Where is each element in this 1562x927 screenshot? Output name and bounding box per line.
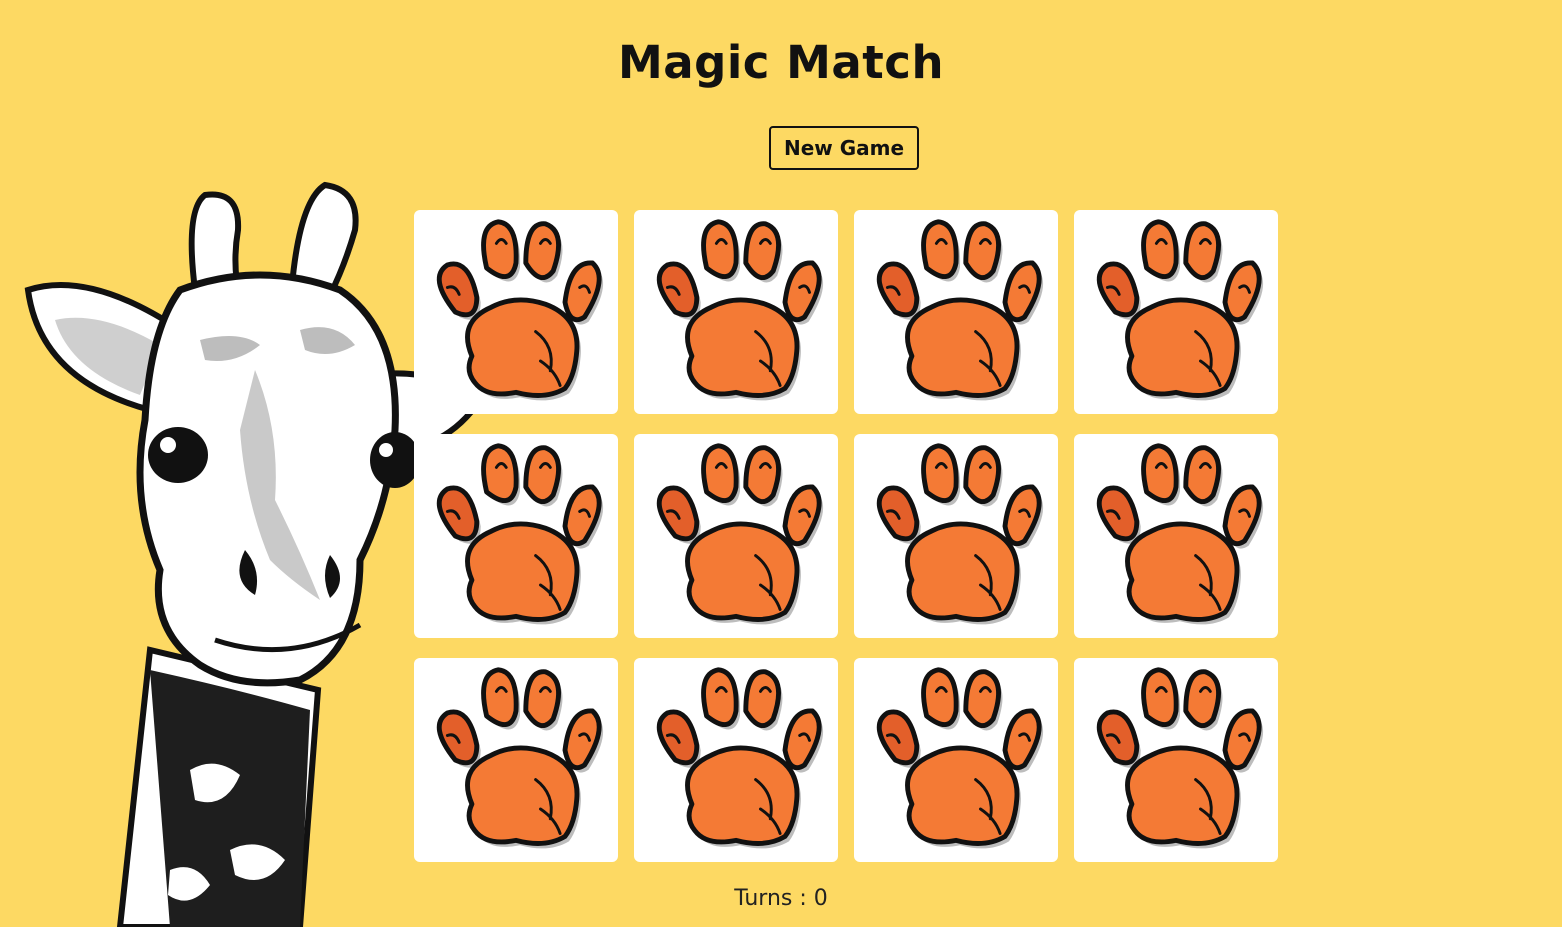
paw-print-icon	[1096, 443, 1264, 625]
card[interactable]	[854, 210, 1058, 414]
card[interactable]	[634, 210, 838, 414]
card[interactable]	[634, 658, 838, 862]
paw-print-icon	[436, 219, 604, 401]
paw-print-icon	[876, 219, 1044, 401]
paw-print-icon	[656, 667, 824, 849]
new-game-button[interactable]: New Game	[769, 126, 919, 170]
card[interactable]	[414, 434, 618, 638]
paw-print-icon	[876, 667, 1044, 849]
card[interactable]	[1074, 210, 1278, 414]
card[interactable]	[854, 658, 1058, 862]
card[interactable]	[1074, 434, 1278, 638]
card[interactable]	[1074, 658, 1278, 862]
page-title: Magic Match	[618, 36, 944, 89]
paw-print-icon	[1096, 667, 1264, 849]
paw-print-icon	[436, 443, 604, 625]
card-grid	[414, 210, 1278, 862]
paw-print-icon	[436, 667, 604, 849]
turns-counter: Turns : 0	[734, 886, 828, 911]
card[interactable]	[634, 434, 838, 638]
card[interactable]	[414, 210, 618, 414]
paw-print-icon	[1096, 219, 1264, 401]
game-page: Magic Match New Game Turns: 0	[0, 0, 1562, 927]
paw-print-icon	[876, 443, 1044, 625]
paw-print-icon	[656, 443, 824, 625]
card[interactable]	[854, 434, 1058, 638]
card[interactable]	[414, 658, 618, 862]
paw-print-icon	[656, 219, 824, 401]
